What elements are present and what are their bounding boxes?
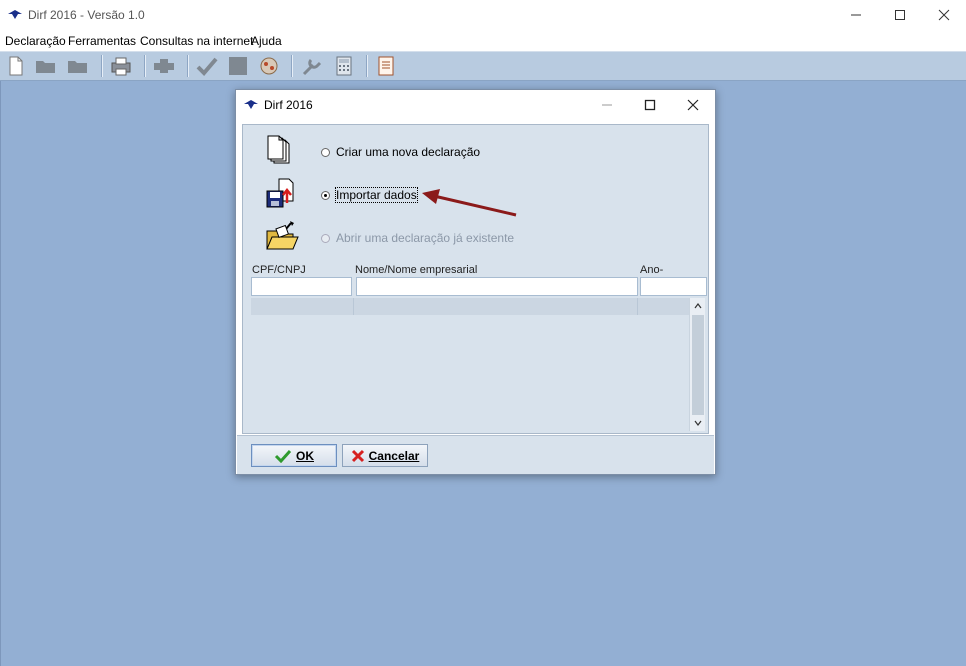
dialog-window: Dirf 2016 Criar uma nova declaração Impo… xyxy=(235,89,716,475)
cancel-button[interactable]: Cancelar xyxy=(342,444,428,467)
menu-declaracao[interactable]: Declaração xyxy=(5,34,66,48)
close-icon xyxy=(687,99,699,111)
scroll-down-icon[interactable] xyxy=(690,415,706,431)
new-document-icon xyxy=(265,135,293,168)
toolbar xyxy=(0,51,966,81)
tools-icon[interactable] xyxy=(300,55,324,77)
app-logo-icon xyxy=(244,99,258,113)
main-titlebar: Dirf 2016 - Versão 1.0 xyxy=(0,0,966,30)
folder-icon[interactable] xyxy=(66,55,90,77)
close-button[interactable] xyxy=(922,0,966,30)
open-folder-icon[interactable] xyxy=(34,55,58,77)
minimize-icon xyxy=(602,104,612,106)
column-cpf-cnpj: CPF/CNPJ xyxy=(252,264,306,276)
print-icon[interactable] xyxy=(109,55,133,77)
radio-open-existing xyxy=(321,233,330,243)
check-icon xyxy=(274,449,292,463)
ok-button[interactable]: OK xyxy=(251,444,337,467)
dialog-footer: OK Cancelar xyxy=(237,435,714,474)
menu-bar: Declaração Ferramentas Consultas na inte… xyxy=(0,30,966,51)
virus-icon[interactable] xyxy=(257,55,281,77)
window-title: Dirf 2016 - Versão 1.0 xyxy=(28,8,145,22)
option-new-declaration-label: Criar uma nova declaração xyxy=(336,145,481,159)
minimize-icon xyxy=(851,14,861,16)
check-icon[interactable] xyxy=(195,55,219,77)
results-grid[interactable] xyxy=(251,298,705,431)
maximize-icon xyxy=(895,10,905,20)
cpf-cnpj-input[interactable] xyxy=(251,277,352,296)
dialog-maximize-button[interactable] xyxy=(628,90,672,120)
toolbar-separator xyxy=(366,55,368,77)
pipe-icon[interactable] xyxy=(152,55,176,77)
option-new-declaration[interactable]: Criar uma nova declaração xyxy=(321,145,480,159)
option-open-existing: Abrir uma declaração já existente xyxy=(321,231,514,245)
option-import-data[interactable]: Importar dados xyxy=(321,187,418,203)
stop-icon[interactable] xyxy=(226,55,250,77)
toolbar-separator xyxy=(101,55,103,77)
dialog-close-button[interactable] xyxy=(671,90,715,120)
option-open-existing-label: Abrir uma declaração já existente xyxy=(336,231,515,245)
cancel-button-label: Cancelar xyxy=(368,448,420,463)
dialog-title: Dirf 2016 xyxy=(264,98,313,112)
scroll-up-icon[interactable] xyxy=(690,298,706,314)
ok-button-label: OK xyxy=(296,448,314,463)
radio-import-data[interactable] xyxy=(321,190,330,200)
menu-consultas[interactable]: Consultas na internet xyxy=(140,34,253,48)
cancel-x-icon xyxy=(351,449,364,462)
vertical-scrollbar[interactable] xyxy=(689,298,705,431)
menu-ferramentas[interactable]: Ferramentas xyxy=(68,34,136,48)
report-icon[interactable] xyxy=(374,55,398,77)
column-divider xyxy=(637,298,638,315)
import-data-icon xyxy=(265,177,297,212)
calculator-icon[interactable] xyxy=(332,55,356,77)
dialog-minimize-button[interactable] xyxy=(585,90,629,120)
option-import-data-label: Importar dados xyxy=(335,187,418,203)
toolbar-separator xyxy=(187,55,189,77)
maximize-icon xyxy=(644,99,656,111)
menu-ajuda[interactable]: Ajuda xyxy=(251,34,282,48)
maximize-button[interactable] xyxy=(878,0,922,30)
app-logo-icon xyxy=(8,9,22,23)
open-folder-icon xyxy=(265,219,299,254)
table-row[interactable] xyxy=(251,298,689,315)
dialog-body: Criar uma nova declaração Importar dados… xyxy=(242,124,709,434)
nome-input[interactable] xyxy=(356,277,638,296)
new-file-icon[interactable] xyxy=(4,55,28,77)
column-nome: Nome/Nome empresarial xyxy=(355,264,478,276)
column-divider xyxy=(353,298,354,315)
scrollbar-thumb[interactable] xyxy=(692,315,704,415)
close-icon xyxy=(938,9,950,21)
radio-new-declaration[interactable] xyxy=(321,147,330,157)
toolbar-separator xyxy=(144,55,146,77)
annotation-arrow-icon xyxy=(422,189,517,217)
minimize-button[interactable] xyxy=(834,0,878,30)
toolbar-separator xyxy=(291,55,293,77)
ano-calendario-input[interactable] xyxy=(640,277,707,296)
